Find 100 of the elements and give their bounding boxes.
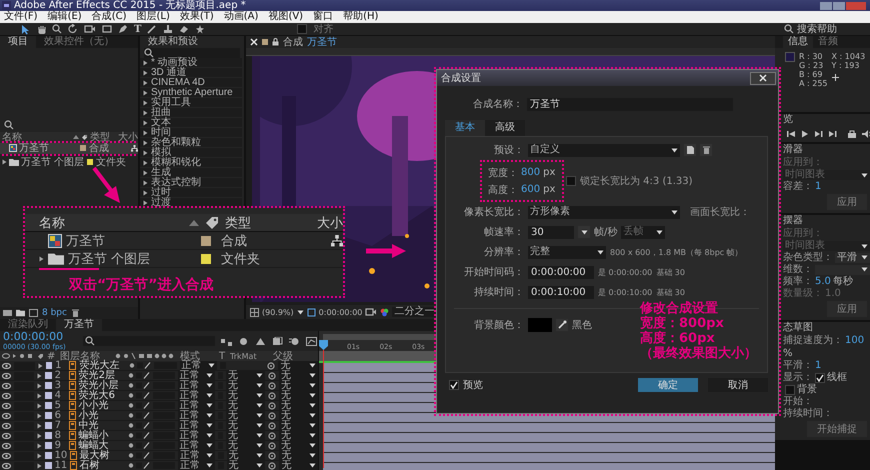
parent-dropdown[interactable]: 无: [278, 360, 318, 370]
column-header[interactable]: 类型: [225, 214, 311, 232]
number-value[interactable]: 5.0: [815, 276, 831, 287]
shy-layers-icon[interactable]: [255, 336, 266, 346]
panel-title[interactable]: 态草图: [783, 322, 813, 333]
track-matte-dropdown[interactable]: 无: [226, 381, 266, 390]
comp-name-field[interactable]: 万圣节: [527, 98, 733, 110]
resolution-dropdown[interactable]: 完整: [528, 246, 606, 258]
layer-name[interactable]: 蝙蝠小: [78, 431, 125, 440]
motion-blur-icon[interactable]: [289, 336, 300, 346]
comp-name-tab[interactable]: 万圣节: [307, 36, 337, 49]
layer-switch-icons[interactable]: [128, 462, 150, 469]
close-icon[interactable]: [759, 74, 767, 82]
apply-button[interactable]: 开始捕捉: [807, 421, 867, 437]
layer-name[interactable]: 荧光2层: [78, 371, 125, 380]
blend-mode-dropdown[interactable]: 正常: [178, 370, 215, 380]
option-dropdown[interactable]: 平滑: [835, 252, 870, 262]
panel-tab[interactable]: 万圣节: [56, 319, 102, 331]
frame-blending-icon[interactable]: [272, 336, 283, 346]
parent-dropdown[interactable]: 无: [279, 420, 318, 430]
search-icon[interactable]: [784, 24, 794, 34]
track-matte-dropdown[interactable]: 无: [226, 411, 266, 420]
track-matte-dropdown[interactable]: 无: [226, 401, 266, 410]
parent-dropdown[interactable]: 无: [279, 370, 318, 380]
parent-dropdown[interactable]: 无: [279, 430, 318, 440]
layer-switch-icons[interactable]: [128, 402, 150, 409]
label-tag-icon[interactable]: [81, 134, 88, 141]
eye-icon[interactable]: [2, 382, 11, 388]
eye-icon[interactable]: [2, 462, 11, 468]
effects-category-item[interactable]: 实用工具: [140, 98, 242, 108]
search-field[interactable]: 搜索帮助: [784, 24, 870, 34]
layer-name[interactable]: 小光: [78, 411, 125, 420]
close-icon[interactable]: [250, 38, 258, 46]
parent-dropdown[interactable]: 无: [279, 400, 318, 410]
menu-item[interactable]: 视图(V): [268, 11, 304, 23]
effects-category-item[interactable]: * 动画预设: [140, 58, 242, 68]
track-matte-dropdown[interactable]: 无: [226, 441, 266, 450]
fit-icon[interactable]: [306, 308, 316, 316]
layer-name[interactable]: 荧光小层: [78, 381, 125, 390]
panel-tab[interactable]: 效果控件（无）: [36, 36, 122, 48]
hand-icon[interactable]: [36, 24, 46, 34]
expand-triangle-icon[interactable]: [39, 256, 44, 262]
number-value[interactable]: 1: [815, 360, 822, 371]
effects-category-item[interactable]: 模糊和锐化: [140, 158, 242, 168]
layer-switch-icons[interactable]: [128, 382, 150, 389]
track-matte-dropdown[interactable]: 无: [226, 451, 266, 460]
number-value[interactable]: 100: [845, 335, 864, 346]
effects-category-item[interactable]: 过时: [140, 188, 242, 198]
rectangle-icon[interactable]: [102, 24, 112, 34]
layer-name[interactable]: 小小光: [78, 401, 125, 410]
layer-name[interactable]: 荧光大6: [78, 391, 125, 400]
eye-icon[interactable]: [2, 402, 11, 408]
project-item-row[interactable]: 万圣节 个图层 文件夹: [0, 156, 138, 168]
search-field[interactable]: [144, 48, 240, 58]
first-frame-icon[interactable]: [787, 130, 796, 138]
brush-icon[interactable]: [147, 24, 158, 34]
start-timecode-field[interactable]: 0:00:00:00: [528, 266, 594, 278]
new-comp-icon[interactable]: [29, 309, 38, 317]
layer-switch-icons[interactable]: [128, 422, 150, 429]
close-button[interactable]: [750, 72, 776, 84]
eye-icon[interactable]: [2, 372, 11, 378]
viewer-tab-label[interactable]: 合成: [283, 36, 303, 49]
effects-category-item[interactable]: 扭曲: [140, 108, 242, 118]
camera-icon[interactable]: [84, 24, 96, 34]
magnifier-icon[interactable]: [52, 24, 62, 34]
layer-switch-icons[interactable]: [128, 452, 150, 459]
expand-triangle-icon[interactable]: [2, 159, 7, 166]
eye-icon[interactable]: [2, 362, 11, 368]
grid-icon[interactable]: [250, 308, 259, 316]
project-item-row[interactable]: 万圣节 合成: [0, 142, 138, 154]
sort-arrow-icon[interactable]: [73, 135, 79, 140]
layer-name[interactable]: 荧光大左: [79, 361, 126, 370]
layer-name[interactable]: 蝙蝠大: [78, 441, 125, 450]
zoom-level-dropdown[interactable]: (90.9%): [262, 308, 294, 316]
color-depth-label[interactable]: 8 bpc: [42, 308, 67, 318]
pixel-aspect-dropdown[interactable]: 方形像素: [528, 206, 680, 218]
eye-icon[interactable]: [2, 432, 11, 438]
checkbox[interactable]: [815, 372, 825, 382]
ok-button[interactable]: 确定: [638, 378, 698, 392]
trash-icon[interactable]: [70, 308, 80, 318]
parent-dropdown[interactable]: 无: [279, 410, 318, 420]
menu-item[interactable]: 动画(A): [224, 11, 258, 23]
frame-rate-menu-button[interactable]: [578, 226, 590, 238]
playhead-marker[interactable]: [319, 340, 328, 468]
label-tag-icon[interactable]: [205, 216, 219, 230]
pin-icon[interactable]: [195, 24, 206, 34]
track-matte-dropdown[interactable]: 无: [226, 371, 266, 380]
blend-mode-dropdown[interactable]: 正常: [178, 380, 215, 390]
layer-switch-icons[interactable]: [128, 432, 150, 439]
eye-icon[interactable]: [2, 442, 11, 448]
blend-mode-dropdown[interactable]: 正常: [178, 430, 215, 440]
effects-category-item[interactable]: 文本: [140, 118, 242, 128]
effects-category-item[interactable]: 表达式控制: [140, 178, 242, 188]
panel-tab[interactable]: 项目: [0, 36, 36, 48]
checkbox[interactable]: [449, 380, 459, 390]
parent-dropdown[interactable]: 无: [279, 440, 318, 450]
dialog-tab[interactable]: 高级: [485, 120, 525, 136]
apply-button[interactable]: 应用: [827, 301, 867, 317]
menu-item[interactable]: 合成(C): [92, 11, 126, 23]
search-icon[interactable]: [4, 120, 14, 130]
